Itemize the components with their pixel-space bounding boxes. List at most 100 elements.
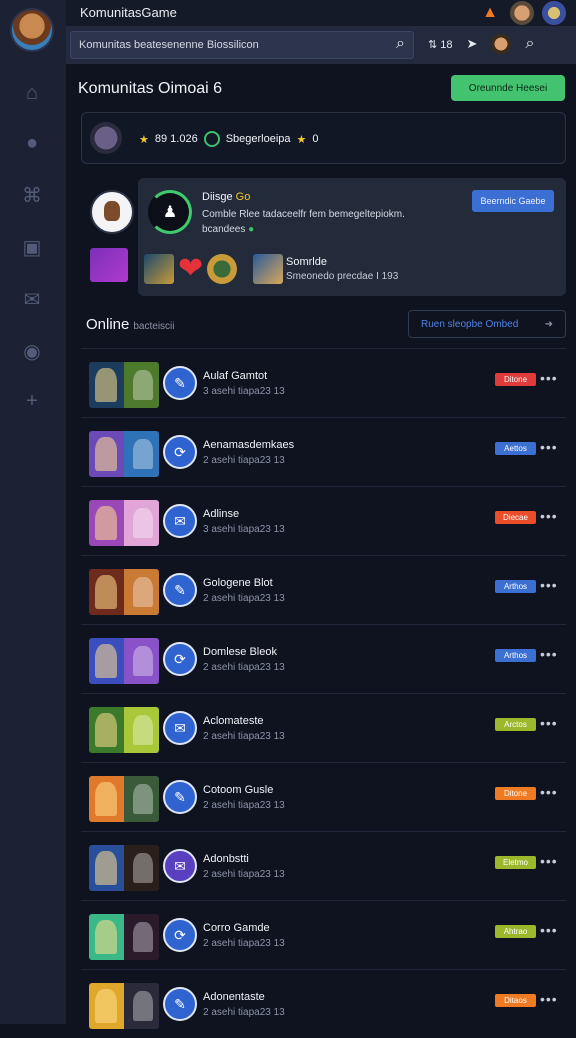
list-item[interactable]: ✉ Aclomateste 2 asehi tiapa23 13 Arctos … [81, 693, 566, 762]
game-thumb[interactable] [253, 254, 284, 284]
game-badge-icon: ⟳ [163, 918, 197, 952]
profile-desc-text: Comble Rlee tadaceelfr fem bemegeltepiok… [202, 209, 405, 220]
more-options-icon[interactable]: ••• [540, 991, 558, 1007]
more-options-icon[interactable]: ••• [540, 370, 558, 386]
profile-sub-meta: Smeonedo precdae I 193 [286, 271, 399, 282]
profile-description: Comble Rlee tadaceelfr fem bemegeltepiok… [202, 207, 462, 237]
player-name: Adlinse [203, 508, 240, 520]
profile-action-button[interactable]: Beerndic Gaebe [472, 190, 554, 212]
star-icon: ★ [139, 133, 149, 146]
game-thumb[interactable] [144, 254, 174, 284]
game-thumbnail[interactable] [89, 638, 159, 684]
home-icon[interactable]: ⌂ [17, 78, 47, 108]
profile-section: ♟ Diisge Go Comble Rlee tadaceelfr fem b… [82, 176, 566, 296]
search-icon-right[interactable]: ⌕ [525, 35, 534, 53]
list-item[interactable]: ✉ Adonbstti 2 asehi tiapa23 13 Eletmo ••… [81, 831, 566, 900]
star-icon-2: ★ [296, 133, 307, 146]
filter-icon[interactable]: ⇅ 18 [428, 38, 453, 51]
stats-avatar [90, 122, 122, 154]
list-item[interactable]: ✉ Adlinse 3 asehi tiapa23 13 Diecae ••• [81, 486, 566, 555]
mail-icon[interactable]: ✉ [17, 284, 47, 314]
game-thumbnail[interactable] [89, 914, 159, 960]
player-name: Aclomateste [203, 715, 264, 727]
player-meta: 2 asehi tiapa23 13 [203, 731, 285, 742]
game-thumbnail[interactable] [89, 431, 159, 477]
player-name: Gologene Blot [203, 577, 273, 589]
game-badge-icon: ⟳ [163, 435, 197, 469]
list-item[interactable]: ⟳ Corro Gamde 2 asehi tiapa23 13 Ahtrao … [81, 900, 566, 969]
online-subtitle: bacteiscii [133, 321, 175, 332]
more-options-icon[interactable]: ••• [540, 784, 558, 800]
game-badge-icon: ✎ [163, 780, 197, 814]
heart-icon[interactable]: ❤ [178, 254, 203, 284]
list-item[interactable]: ⟳ Aenamasdemkaes 2 asehi tiapa23 13 Aett… [81, 417, 566, 486]
more-options-icon[interactable]: ••• [540, 577, 558, 593]
page-title: Komunitas Oimoai 6 [78, 80, 223, 97]
game-thumbnail[interactable] [89, 845, 159, 891]
game-badge-icon: ✎ [163, 987, 197, 1021]
more-options-icon[interactable]: ••• [540, 646, 558, 662]
player-name: Adonentaste [203, 991, 265, 1003]
game-thumbnail[interactable] [89, 362, 159, 408]
game-thumbnail[interactable] [89, 983, 159, 1029]
status-badge: Arthos [495, 580, 536, 593]
game-badge-icon: ⟳ [163, 642, 197, 676]
player-meta: 2 asehi tiapa23 13 [203, 800, 285, 811]
more-options-icon[interactable]: ••• [540, 715, 558, 731]
game-thumb[interactable] [207, 254, 238, 284]
chat-icon[interactable]: ● [17, 128, 47, 158]
profile-avatar[interactable] [90, 190, 134, 234]
game-badge-icon: ✎ [163, 366, 197, 400]
search-input[interactable]: Komunitas beatesenenne Biossilicon ⌕ [70, 31, 414, 59]
plus-icon[interactable]: + [17, 386, 47, 416]
game-badge-icon: ✎ [163, 573, 197, 607]
player-name: Aulaf Gamtot [203, 370, 268, 382]
list-item[interactable]: ✎ Cotoom Gusle 2 asehi tiapa23 13 Ditone… [81, 762, 566, 831]
online-button-label: Ruen sleopbe Ombed [421, 318, 519, 330]
more-options-icon[interactable]: ••• [540, 922, 558, 938]
heart-icon[interactable]: ◉ [17, 336, 47, 366]
search-icon[interactable]: ⌕ [396, 35, 405, 53]
friend-avatar[interactable] [510, 1, 534, 25]
profile-desc-suffix: bcandees [202, 224, 246, 235]
list-item[interactable]: ✎ Adonentaste 2 asehi tiapa23 13 Ditaos … [81, 969, 566, 1038]
online-filter-button[interactable]: Ruen sleopbe Ombed ➜ [408, 310, 566, 338]
more-options-icon[interactable]: ••• [540, 508, 558, 524]
player-name: Adonbstti [203, 853, 249, 865]
status-badge: Eletmo [495, 856, 536, 869]
more-options-icon[interactable]: ••• [540, 439, 558, 455]
player-meta: 3 asehi tiapa23 13 [203, 386, 285, 397]
user-avatar[interactable] [491, 34, 512, 54]
player-list: ✎ Aulaf Gamtot 3 asehi tiapa23 13 Ditone… [81, 348, 566, 1038]
profile-name: Diisge [202, 191, 233, 203]
list-item[interactable]: ✎ Aulaf Gamtot 3 asehi tiapa23 13 Ditone… [81, 348, 566, 417]
create-button[interactable]: Oreunnde Heesei [451, 75, 565, 101]
main-content: Komunitas Oimoai 6 Oreunnde Heesei ★ 89 … [66, 64, 576, 1029]
stats-card: ★ 89 1.026 Sbegerloeipa ★ 0 [81, 112, 566, 164]
gamepad-icon[interactable]: ⌘ [17, 180, 47, 210]
more-options-icon[interactable]: ••• [540, 853, 558, 869]
profile-card: ♟ Diisge Go Comble Rlee tadaceelfr fem b… [138, 178, 566, 296]
badge-avatar[interactable] [542, 1, 566, 25]
game-thumbnail[interactable] [89, 707, 159, 753]
inbox-icon[interactable]: ▣ [17, 232, 47, 262]
game-thumbnail[interactable] [89, 500, 159, 546]
game-thumbnail[interactable] [89, 776, 159, 822]
game-cover[interactable] [90, 248, 128, 282]
send-icon[interactable]: ➤ [467, 36, 478, 52]
player-meta: 2 asehi tiapa23 13 [203, 455, 285, 466]
online-dot-icon: ● [248, 224, 255, 235]
player-meta: 3 asehi tiapa23 13 [203, 524, 285, 535]
avatar[interactable] [10, 8, 54, 52]
game-badge-icon: ✉ [163, 504, 197, 538]
game-badge-icon: ✉ [163, 849, 197, 883]
list-item[interactable]: ⟳ Domlese Bleok 2 asehi tiapa23 13 Artho… [81, 624, 566, 693]
sidebar: ⌂ ● ⌘ ▣ ✉ ◉ + [0, 0, 66, 1024]
player-meta: 2 asehi tiapa23 13 [203, 1007, 285, 1018]
status-badge: Diecae [495, 511, 536, 524]
game-thumbnail[interactable] [89, 569, 159, 615]
status-badge: Aettos [495, 442, 536, 455]
user-ring-icon: ♟ [148, 190, 192, 234]
list-item[interactable]: ✎ Gologene Blot 2 asehi tiapa23 13 Artho… [81, 555, 566, 624]
bell-icon[interactable]: ▲ [478, 1, 502, 25]
